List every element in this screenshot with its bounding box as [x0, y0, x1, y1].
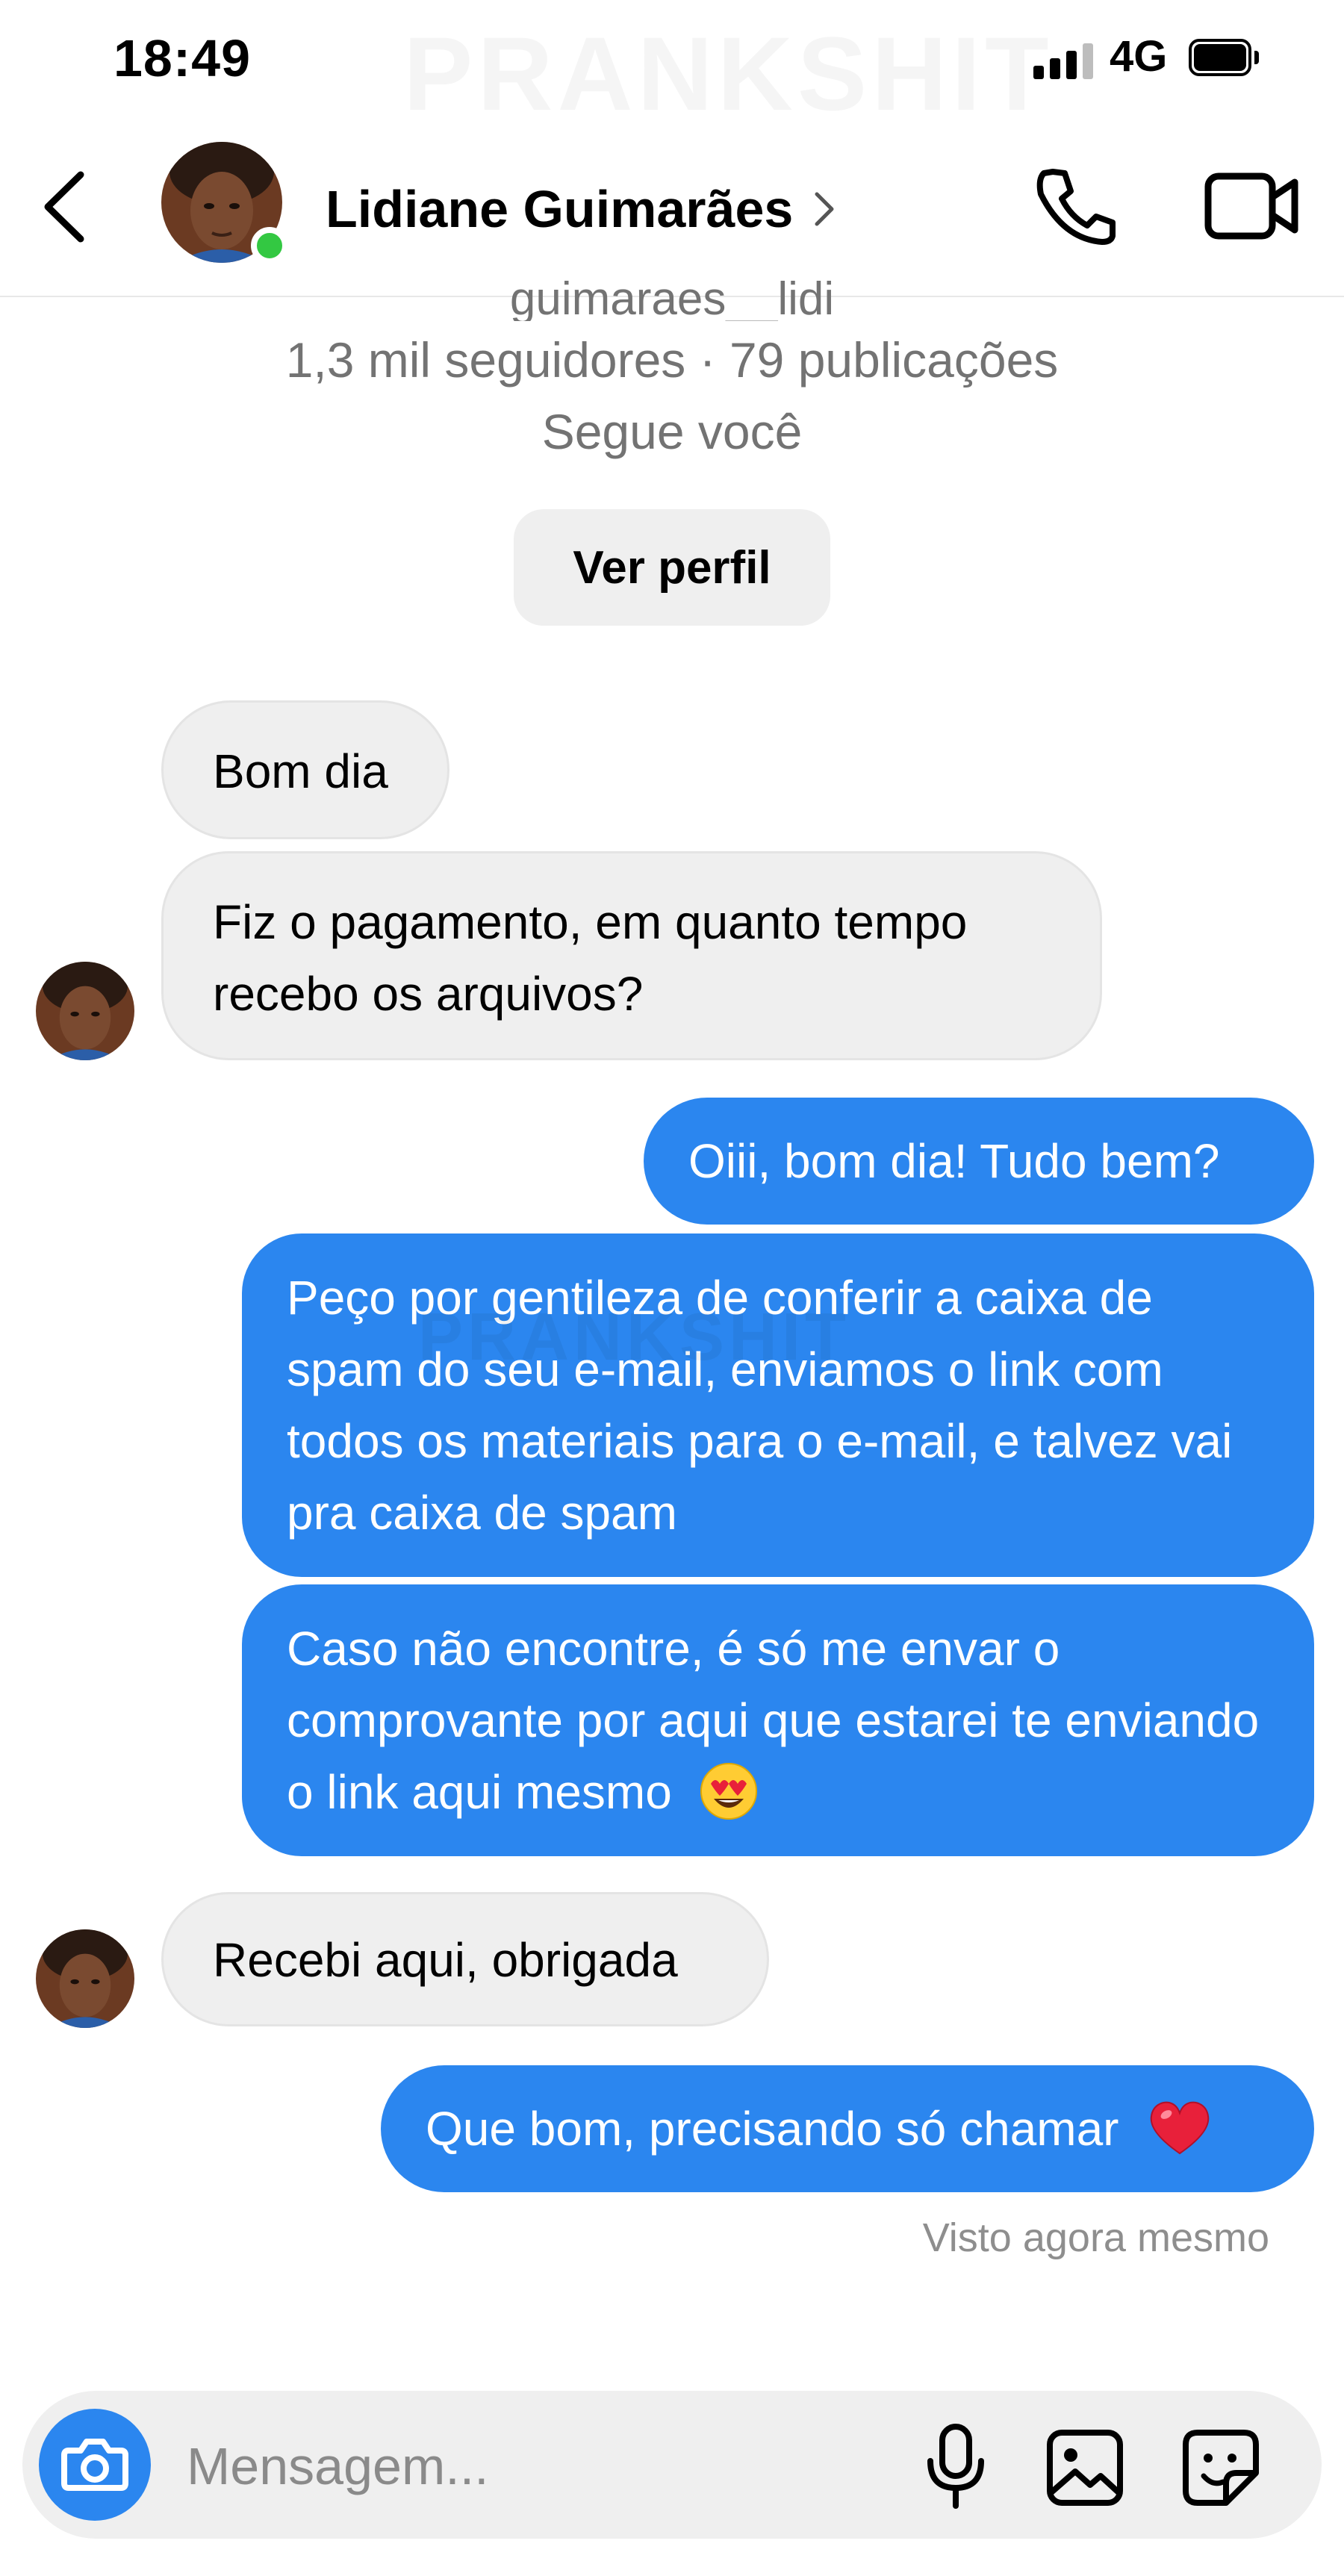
microphone-icon: [927, 2424, 984, 2509]
message-text: Bom dia: [213, 744, 388, 798]
contact-name[interactable]: Lidiane Guimarães: [326, 179, 793, 239]
sticker-icon: [1183, 2430, 1259, 2506]
follows-you-label: Segue você: [541, 404, 803, 459]
message-text: Que bom, precisando só chamar: [426, 2102, 1119, 2156]
video-call-button[interactable]: [1204, 170, 1299, 242]
contact-avatar-small[interactable]: [36, 962, 134, 1060]
red-heart-emoji: [1150, 2101, 1210, 2155]
chevron-right-icon[interactable]: [809, 187, 839, 231]
camera-icon: [61, 2439, 128, 2491]
camera-button[interactable]: [39, 2409, 151, 2521]
video-camera-icon: [1204, 172, 1298, 240]
watermark-middle: PRANKSHIT: [418, 1300, 851, 1375]
message-text: Oiii, bom dia! Tudo bem?: [688, 1134, 1220, 1188]
sticker-button[interactable]: [1180, 2427, 1262, 2509]
message-text: Recebi aqui, obrigada: [213, 1933, 678, 1987]
outgoing-message[interactable]: Caso não encontre, é só me envar o compr…: [242, 1584, 1314, 1856]
gallery-button[interactable]: [1044, 2427, 1126, 2509]
phone-icon: [1036, 169, 1116, 245]
cellular-signal-icon: [1033, 43, 1093, 79]
outgoing-message[interactable]: Que bom, precisando só chamar: [381, 2065, 1314, 2192]
voice-call-button[interactable]: [1030, 164, 1120, 246]
incoming-message[interactable]: Fiz o pagamento, em quanto tempo recebo …: [161, 851, 1102, 1060]
profile-stats: 1,3 mil seguidores · 79 publicações: [285, 332, 1059, 388]
incoming-message[interactable]: Recebi aqui, obrigada: [161, 1892, 769, 2026]
battery-icon: [1189, 39, 1260, 79]
online-status-dot: [251, 227, 288, 264]
watermark-top: PRANKSHIT: [403, 13, 1054, 134]
profile-handle: guimaraes__lidi: [509, 276, 835, 321]
back-button[interactable]: [37, 166, 97, 248]
outgoing-message[interactable]: Oiii, bom dia! Tudo bem?: [644, 1098, 1314, 1225]
seen-status: Visto agora mesmo: [922, 2215, 1269, 2260]
message-input[interactable]: [187, 2418, 859, 2515]
incoming-message[interactable]: Bom dia: [161, 700, 449, 839]
image-gallery-icon: [1047, 2430, 1123, 2506]
network-type: 4G: [1110, 32, 1168, 81]
voice-message-button[interactable]: [921, 2422, 990, 2512]
back-arrow-icon: [44, 171, 84, 243]
status-time: 18:49: [113, 29, 252, 87]
view-profile-button[interactable]: Ver perfil: [514, 509, 830, 626]
message-text: Caso não encontre, é só me envar o compr…: [287, 1622, 1260, 1819]
heart-eyes-emoji: [700, 1763, 757, 1820]
message-text: Fiz o pagamento, em quanto tempo recebo …: [213, 895, 968, 1021]
contact-avatar-small[interactable]: [36, 1929, 134, 2028]
outgoing-message[interactable]: Peço por gentileza de conferir a caixa d…: [242, 1233, 1314, 1577]
